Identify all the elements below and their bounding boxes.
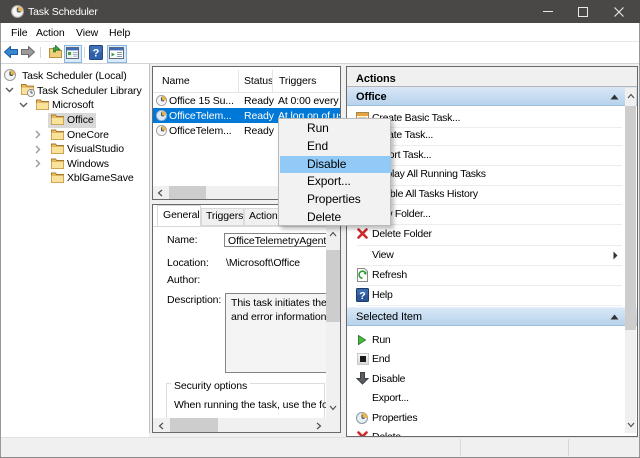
svg-text:?: ? [359, 290, 365, 302]
svg-text:?: ? [93, 48, 100, 60]
